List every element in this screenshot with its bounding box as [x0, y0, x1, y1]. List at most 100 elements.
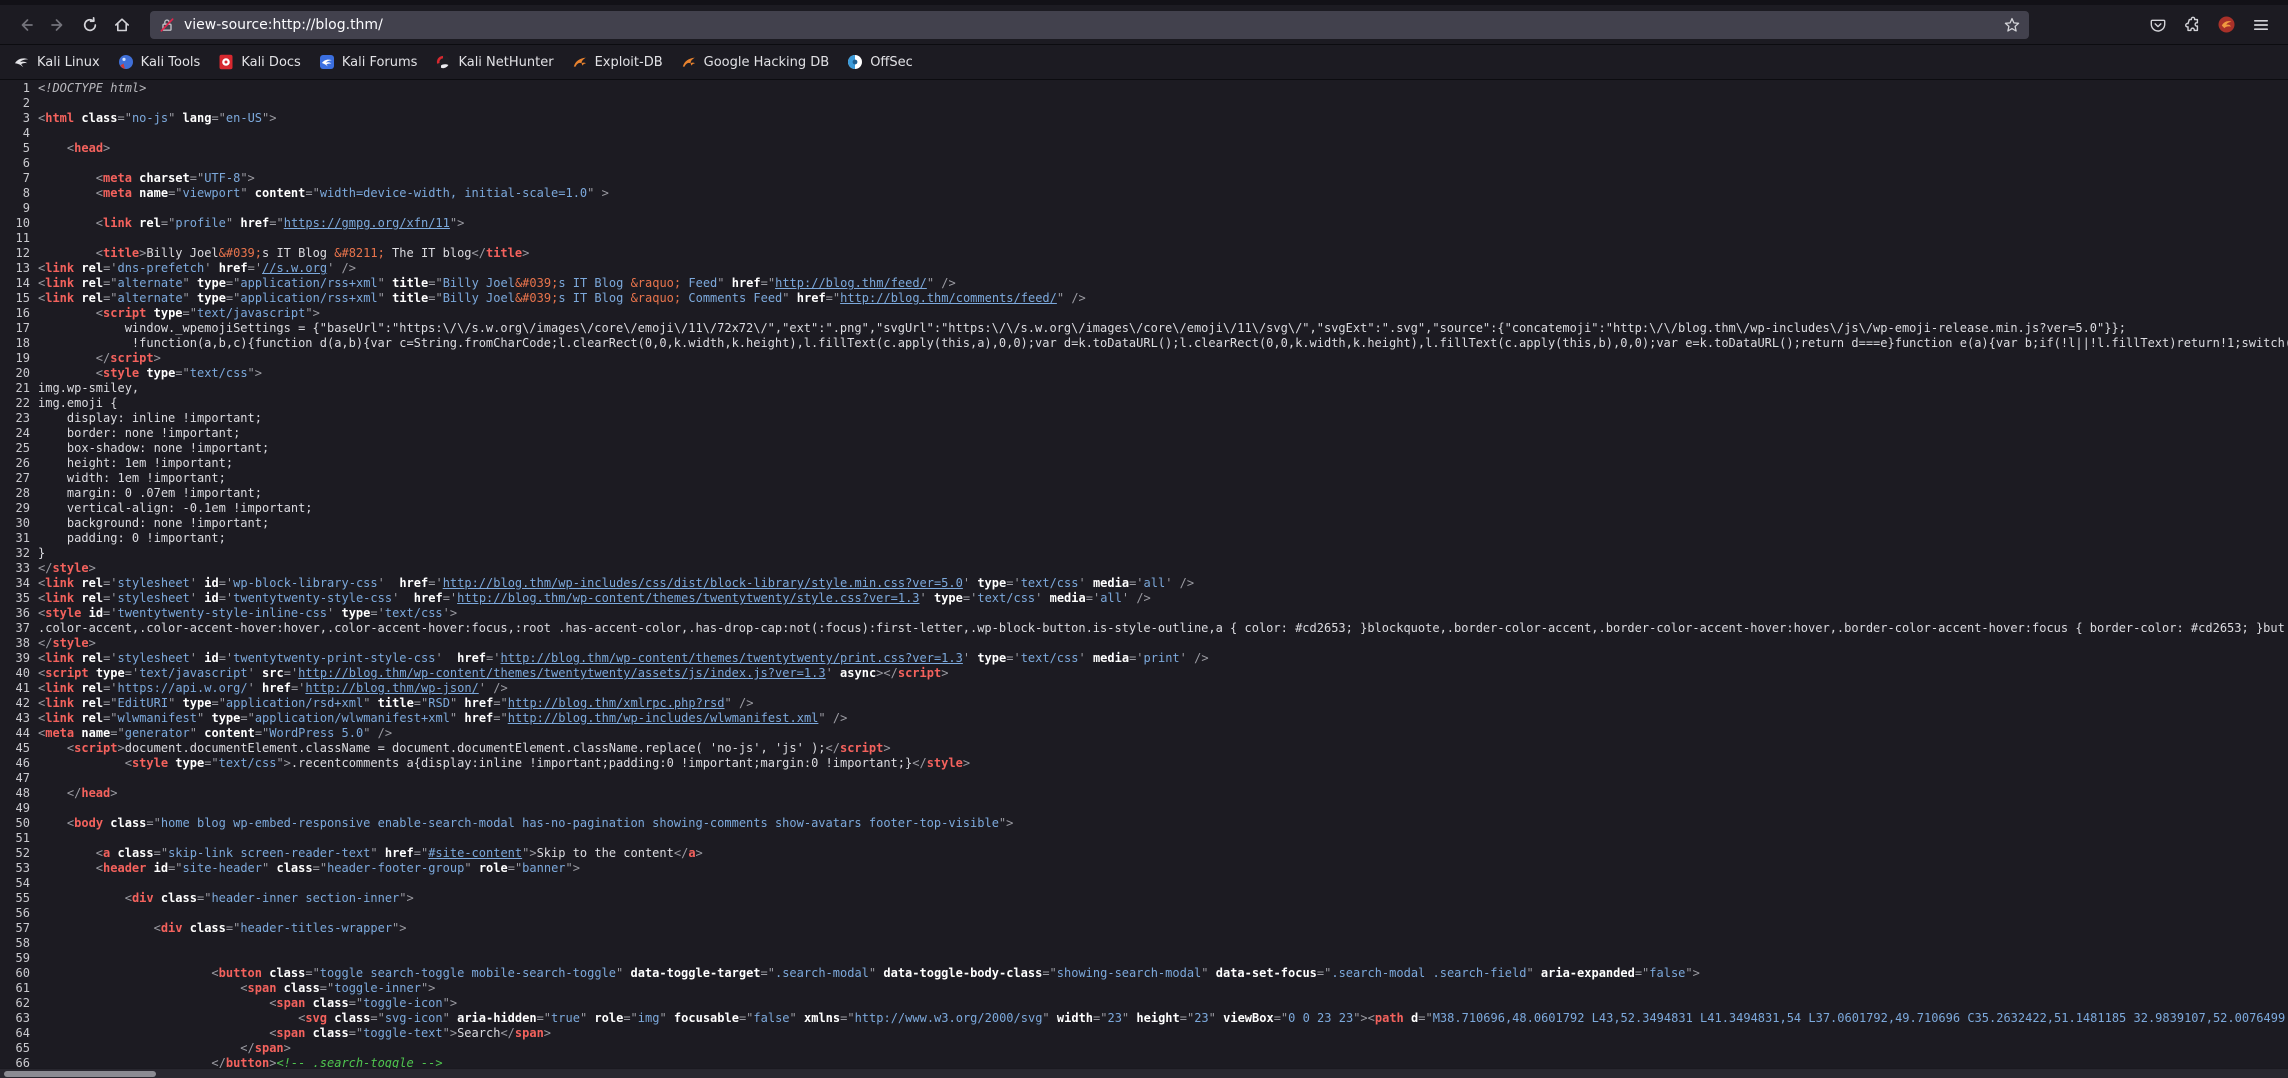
bookmark-kali-linux[interactable]: Kali Linux [14, 54, 100, 70]
url-bar[interactable]: view-source:http://blog.thm/ [150, 11, 2029, 39]
source-link[interactable]: http://blog.thm/wp-content/themes/twenty… [457, 591, 919, 605]
back-button[interactable] [10, 10, 42, 40]
source-link[interactable]: http://blog.thm/xmlrpc.php?rsd [508, 696, 725, 710]
source-token [190, 276, 197, 290]
source-token: href [464, 711, 493, 725]
source-token: =' [443, 591, 457, 605]
source-token: type [175, 756, 204, 770]
source-token: > [544, 1026, 551, 1040]
source-token: < [96, 366, 103, 380]
source-line-code: <link rel='dns-prefetch' href='//s.w.org… [38, 261, 356, 276]
source-token: =" [1093, 1011, 1107, 1025]
source-token: type [977, 576, 1006, 590]
source-token: < [96, 861, 103, 875]
source-token: =" [761, 276, 775, 290]
source-link[interactable]: http://blog.thm/wp-content/themes/twenty… [500, 651, 962, 665]
source-token: alternate [118, 291, 183, 305]
source-link[interactable]: https://gmpg.org/xfn/11 [284, 216, 450, 230]
forward-button[interactable] [42, 10, 74, 40]
bookmark-kali-forums[interactable]: Kali Forums [319, 54, 418, 70]
bookmark-kali-docs[interactable]: Kali Docs [218, 54, 301, 70]
source-link[interactable]: http://blog.thm/wp-includes/css/dist/blo… [443, 576, 963, 590]
source-link[interactable]: #site-content [428, 846, 522, 860]
bookmark-offsec[interactable]: OffSec [847, 54, 913, 70]
line-number: 17 [0, 321, 38, 336]
pocket-button[interactable] [2149, 16, 2167, 34]
source-token: type [977, 651, 1006, 665]
source-token [89, 666, 96, 680]
back-arrow-icon [17, 16, 35, 34]
source-line-code: height: 1em !important; [38, 456, 233, 471]
source-token [175, 111, 182, 125]
bookmark-google-hacking-db[interactable]: Google Hacking DB [681, 54, 830, 70]
source-token: =' [1086, 591, 1100, 605]
source-link[interactable]: http://blog.thm/wp-json/ [305, 681, 478, 695]
source-token: twentytwenty-style-inline-css [118, 606, 328, 620]
line-number: 39 [0, 651, 38, 666]
source-line: 47 [0, 771, 2288, 786]
bookmark-kali-tools[interactable]: Kali Tools [118, 54, 201, 70]
scrollbar-thumb[interactable] [4, 1071, 156, 1077]
source-token: no-js [132, 111, 168, 125]
source-token: title [378, 696, 414, 710]
source-token: rel [81, 261, 103, 275]
extensions-puzzle-button[interactable] [2183, 16, 2201, 34]
source-token: wp-block-library-css [233, 576, 378, 590]
source-token: rel [81, 291, 103, 305]
source-link[interactable]: //s.w.org [262, 261, 327, 275]
source-token: rel [139, 216, 161, 230]
source-line: 8 <meta name="viewport" content="width=d… [0, 186, 2288, 201]
line-number: 55 [0, 891, 38, 906]
source-token: =" [493, 711, 507, 725]
extension-red-badge-icon[interactable] [2217, 15, 2236, 34]
horizontal-scrollbar[interactable] [0, 1068, 2288, 1078]
source-link[interactable]: http://blog.thm/wp-content/themes/twenty… [298, 666, 825, 680]
line-number: 32 [0, 546, 38, 561]
source-token [175, 696, 182, 710]
insecure-lock-icon[interactable] [158, 16, 176, 34]
source-token: "> [305, 306, 319, 320]
source-token: http://www.w3.org/2000/svg [855, 1011, 1043, 1025]
reload-button[interactable] [74, 10, 106, 40]
source-token: .color-accent,.color-accent-hover:hover,… [38, 621, 2285, 635]
home-button[interactable] [106, 10, 138, 40]
source-line: 63 <svg class="svg-icon" aria-hidden="tr… [0, 1011, 2288, 1026]
source-line-code: <header id="site-header" class="header-f… [38, 861, 580, 876]
source-link[interactable]: http://blog.thm/feed/ [775, 276, 927, 290]
source-link[interactable]: http://blog.thm/comments/feed/ [840, 291, 1057, 305]
source-token [38, 741, 67, 755]
source-token: </ [826, 741, 840, 755]
navigation-toolbar: view-source:http://blog.thm/ [0, 5, 2288, 45]
url-text[interactable]: view-source:http://blog.thm/ [184, 17, 2003, 33]
source-token: <!DOCTYPE html> [38, 81, 146, 95]
source-line: 43<link rel="wlwmanifest" type="applicat… [0, 711, 2288, 726]
source-token: background: none !important; [38, 516, 269, 530]
source-token: data-set-focus [1216, 966, 1317, 980]
source-token: style [927, 756, 963, 770]
source-token: application/rss+xml [240, 291, 377, 305]
bookmark-exploit-db[interactable]: Exploit-DB [572, 54, 663, 70]
source-token: =" [226, 921, 240, 935]
source-token: window._wpemojiSettings = {"baseUrl":"ht… [38, 321, 2126, 335]
line-number: 28 [0, 486, 38, 501]
source-token: svg [305, 1011, 327, 1025]
source-line-code: <script>document.documentElement.classNa… [38, 741, 891, 756]
source-token: ' [248, 666, 255, 680]
source-token [1086, 576, 1093, 590]
source-link[interactable]: http://blog.thm/wp-includes/wlwmanifest.… [508, 711, 819, 725]
menu-hamburger-button[interactable] [2252, 16, 2270, 34]
bookmark-kali-nethunter[interactable]: Kali NetHunter [435, 54, 553, 70]
source-line: 36<style id='twentytwenty-style-inline-c… [0, 606, 2288, 621]
source-token: id [204, 576, 218, 590]
source-token: span [276, 1026, 305, 1040]
source-token: "> [392, 921, 406, 935]
source-token: =' [103, 606, 117, 620]
source-line: 12 <title>Billy Joel&#039;s IT Blog &#82… [0, 246, 2288, 261]
source-token: toggle-inner [334, 981, 421, 995]
source-token: twentytwenty-print-style-css [233, 651, 435, 665]
source-token: =" [204, 756, 218, 770]
source-token: =' [103, 651, 117, 665]
source-line-code: <button class="toggle search-toggle mobi… [38, 966, 1700, 981]
bookmark-star-button[interactable] [2003, 16, 2021, 34]
source-line: 54 [0, 876, 2288, 891]
